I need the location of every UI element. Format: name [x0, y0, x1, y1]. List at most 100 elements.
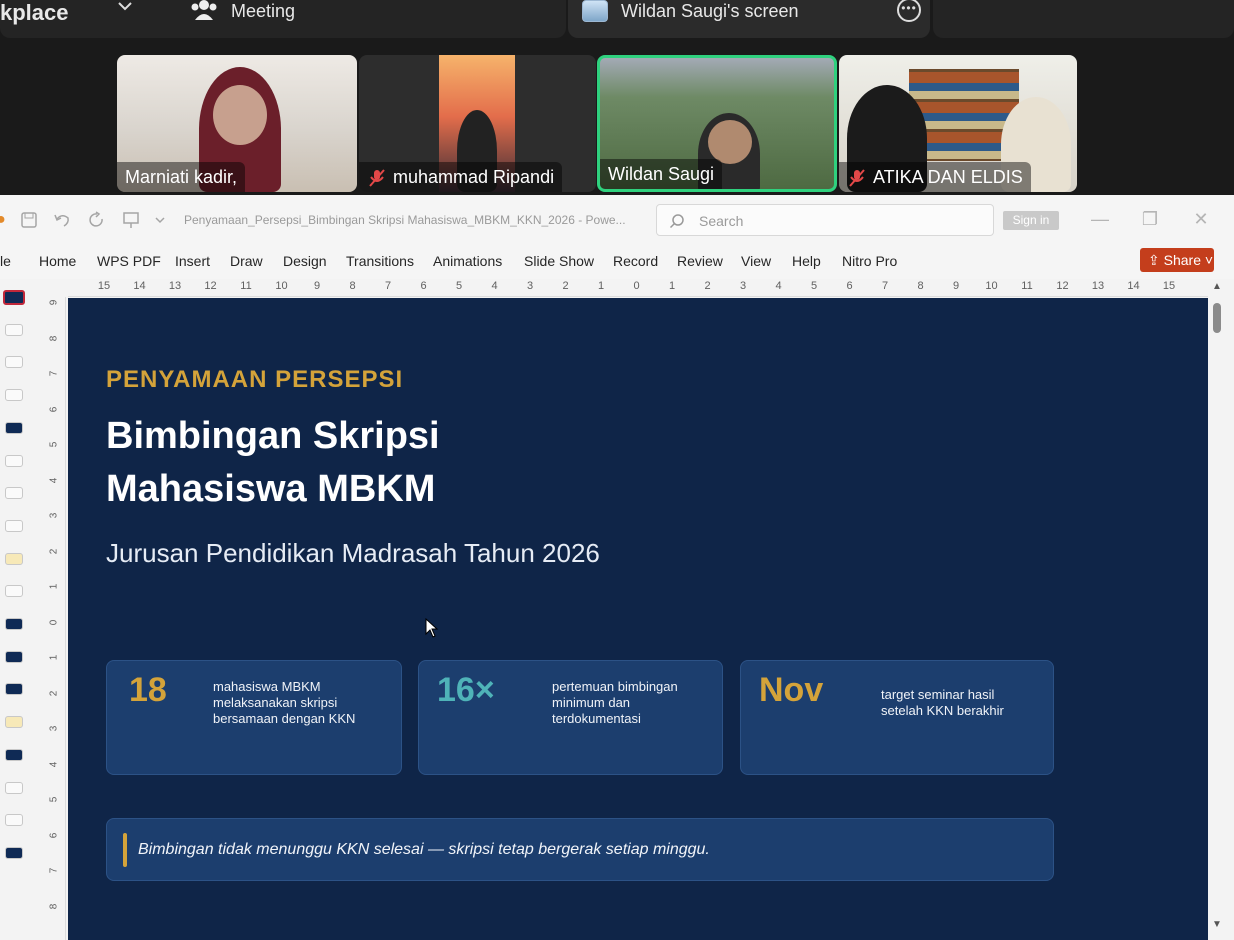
tab-nitro-pro[interactable]: Nitro Pro	[842, 253, 897, 269]
redo-icon[interactable]	[88, 211, 106, 229]
close-icon[interactable]: ✕	[1189, 207, 1213, 231]
tab-design[interactable]: Design	[283, 253, 327, 269]
scroll-up-icon[interactable]: ▲	[1212, 281, 1222, 292]
ruler-tick-label: 5	[48, 796, 60, 803]
share-button[interactable]: ⇪ Share ˅	[1140, 248, 1214, 272]
stat-value: Nov	[759, 671, 824, 709]
screen-share-tab[interactable]: Wildan Saugi's screen •••	[568, 0, 930, 38]
tab-file[interactable]: le	[0, 253, 11, 269]
search-icon	[669, 214, 684, 229]
ruler-tick-label: 8	[48, 335, 60, 341]
autosave-icon[interactable]: ●	[0, 211, 10, 229]
slide-thumbnail[interactable]	[5, 422, 23, 434]
undo-icon[interactable]	[53, 211, 71, 229]
ruler-tick-label: 3	[48, 725, 60, 732]
slide-thumbnail[interactable]	[5, 847, 23, 859]
customize-toolbar-icon[interactable]	[154, 211, 166, 229]
ruler-tick-label: 7	[48, 370, 60, 377]
share-icon: ⇪	[1148, 252, 1164, 268]
slide-thumbnail[interactable]	[5, 324, 23, 336]
quote-box: Bimbingan tidak menunggu KKN selesai — s…	[106, 818, 1054, 881]
slide-thumbnail[interactable]	[5, 716, 23, 728]
slide-thumbnail[interactable]	[5, 683, 23, 695]
slide-thumbnail[interactable]	[5, 553, 23, 565]
tab-help[interactable]: Help	[792, 253, 821, 269]
ruler-tick-label: 6	[48, 832, 60, 838]
participant-tile-active[interactable]: Wildan Saugi	[597, 55, 837, 192]
ribbon-tabs: le Home WPS PDF Insert Draw Design Trans…	[0, 245, 1234, 279]
slide-thumbnail[interactable]	[5, 356, 23, 368]
ruler-tick-label: 4	[491, 280, 498, 292]
tab-animations[interactable]: Animations	[433, 253, 502, 269]
slide-kicker: PENYAMAAN PERSEPSI	[106, 366, 404, 393]
slide-thumbnail-selected[interactable]	[3, 290, 25, 305]
scrollbar-thumb[interactable]	[1213, 303, 1221, 333]
minimize-icon[interactable]: —	[1088, 207, 1112, 231]
stat-description: pertemuan bimbingan minimum dan terdokum…	[552, 679, 678, 726]
mic-muted-icon	[849, 169, 865, 187]
ruler-tick-label: 6	[846, 280, 853, 292]
ruler-tick-label: 13	[1091, 280, 1105, 292]
ruler-tick-label: 8	[917, 280, 924, 292]
tab-transitions[interactable]: Transitions	[346, 253, 414, 269]
maximize-icon[interactable]: ❐	[1138, 207, 1162, 231]
slide-thumbnail[interactable]	[5, 749, 23, 761]
slide-thumbnail[interactable]	[5, 487, 23, 499]
ruler-tick-label: 12	[1056, 280, 1069, 292]
tab-home[interactable]: Home	[39, 253, 76, 269]
slide-canvas[interactable]: PENYAMAAN PERSEPSI Bimbingan Skripsi Mah…	[68, 298, 1208, 940]
vertical-scrollbar[interactable]: ▲ ▼	[1208, 279, 1226, 940]
participant-tile[interactable]: ATIKA DAN ELDIS	[839, 55, 1077, 192]
slide-thumbnail[interactable]	[5, 651, 23, 663]
ruler-tick-label: 3	[739, 280, 747, 292]
chevron-down-icon[interactable]	[116, 0, 134, 14]
ruler-tick-label: 13	[168, 280, 182, 292]
more-options-icon[interactable]: •••	[897, 0, 921, 22]
slide-thumbnail[interactable]	[5, 520, 23, 532]
tab-record[interactable]: Record	[613, 253, 658, 269]
tab-review[interactable]: Review	[677, 253, 723, 269]
ruler-tick-label: 8	[349, 280, 356, 292]
tab-draw[interactable]: Draw	[230, 253, 263, 269]
document-title: Penyamaan_Persepsi_Bimbingan Skripsi Mah…	[184, 213, 626, 227]
slide-thumbnail[interactable]	[5, 618, 23, 630]
ruler-tick-label: 11	[240, 280, 252, 292]
ruler-tick-label: 9	[313, 280, 321, 292]
screen-share-label: Wildan Saugi's screen	[621, 1, 799, 21]
slide-thumbnail[interactable]	[5, 455, 23, 467]
stat-value: 16×	[437, 671, 495, 709]
slide-thumbnail[interactable]	[5, 782, 23, 794]
save-icon[interactable]	[20, 211, 38, 229]
slide-thumbnail[interactable]	[5, 389, 23, 401]
tab-view[interactable]: View	[741, 253, 771, 269]
meeting-tab[interactable]: Meeting	[231, 0, 295, 22]
participant-tile[interactable]: Marniati kadir,	[117, 55, 357, 192]
quote-accent-bar	[123, 833, 127, 867]
mouse-cursor-icon	[425, 618, 439, 638]
scroll-down-icon[interactable]: ▼	[1212, 919, 1222, 930]
ruler-tick-label: 5	[455, 280, 463, 292]
mic-muted-icon	[369, 169, 385, 187]
slide-thumbnail[interactable]	[5, 814, 23, 826]
search-box[interactable]: Search	[656, 204, 994, 236]
tab-slide-show[interactable]: Slide Show	[524, 253, 594, 269]
ruler-tick-label: 4	[48, 477, 60, 483]
tab-wps-pdf[interactable]: WPS PDF	[97, 253, 161, 269]
tab-insert[interactable]: Insert	[175, 253, 210, 269]
participant-strip: Marniati kadir, muhammad Ripandi Wildan …	[0, 40, 1234, 195]
presenter-icon[interactable]	[122, 211, 140, 229]
slide-thumbnail[interactable]	[5, 585, 23, 597]
ruler-tick-label: 3	[526, 280, 534, 292]
participant-tile[interactable]: muhammad Ripandi	[359, 55, 596, 192]
ruler-tick-label: 8	[48, 903, 60, 909]
ruler-tick-label: 1	[48, 654, 60, 661]
slide-title: Bimbingan Skripsi Mahasiswa MBKM	[106, 415, 440, 510]
sign-in-button[interactable]: Sign in	[1003, 211, 1059, 230]
ruler-tick-label: 10	[985, 280, 998, 292]
ruler-tick-label: 7	[384, 280, 392, 292]
screen-thumbnail-icon	[582, 0, 608, 22]
meeting-bar-left: kplace Meeting	[0, 0, 566, 38]
ruler-tick-label: 7	[881, 280, 889, 292]
meeting-top-bar: kplace Meeting Wildan Saugi's screen •••	[0, 0, 1234, 40]
participant-name: muhammad Ripandi	[359, 162, 563, 192]
